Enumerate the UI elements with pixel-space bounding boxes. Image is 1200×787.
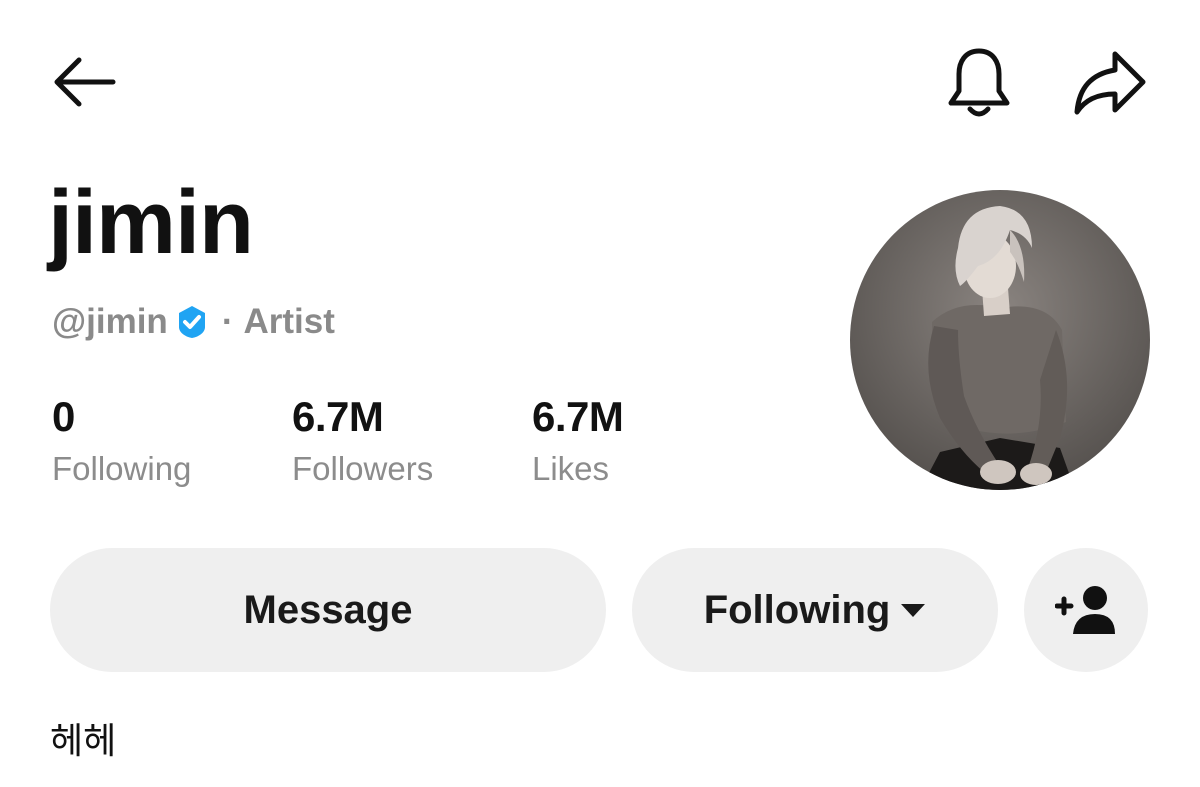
stat-label: Followers <box>292 450 434 487</box>
display-name: jimin <box>48 173 254 273</box>
notifications-button[interactable] <box>942 44 1016 122</box>
message-button[interactable]: Message <box>50 548 606 672</box>
verified-badge-icon <box>176 305 208 339</box>
following-button-label: Following <box>703 587 891 632</box>
avatar-photo <box>850 190 1150 490</box>
profile-page: jimin @jimin · Artist 0 Following 6.7M F… <box>0 0 1200 787</box>
username-handle: @jimin <box>52 302 168 341</box>
stat-value: 6.7M <box>532 393 624 440</box>
stat-following[interactable]: 0 Following <box>52 393 192 487</box>
stat-label: Following <box>52 450 192 487</box>
stat-value: 6.7M <box>292 393 384 440</box>
bio-text: 헤헤 <box>50 721 117 762</box>
share-button[interactable] <box>1068 46 1150 120</box>
handle-row: @jimin · Artist <box>52 304 335 339</box>
following-dropdown-button[interactable]: Following <box>632 548 998 672</box>
avatar[interactable] <box>850 190 1150 490</box>
caret-down-icon <box>900 602 926 618</box>
back-button[interactable] <box>48 50 120 114</box>
add-friend-button[interactable] <box>1024 548 1148 672</box>
stat-value: 0 <box>52 393 75 440</box>
stat-label: Likes <box>532 450 610 487</box>
profile-category: Artist <box>243 302 335 341</box>
add-user-icon <box>1055 586 1115 634</box>
stat-likes[interactable]: 6.7M Likes <box>532 393 624 487</box>
arrow-left-icon <box>54 57 116 107</box>
message-button-label: Message <box>243 587 413 632</box>
bell-icon <box>948 48 1010 117</box>
separator-dot: · <box>221 302 234 341</box>
share-arrow-icon <box>1074 51 1146 115</box>
stat-followers[interactable]: 6.7M Followers <box>292 393 434 487</box>
